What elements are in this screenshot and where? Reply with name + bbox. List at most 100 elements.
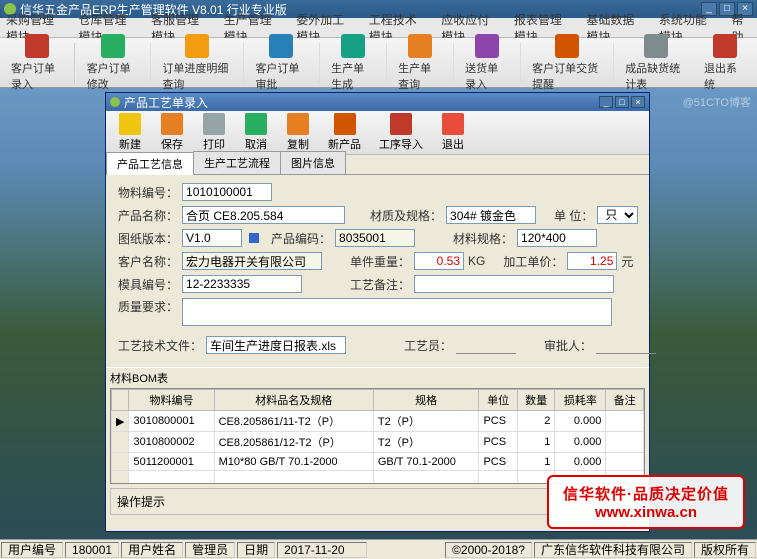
material-spec-input[interactable] xyxy=(517,229,597,247)
form-panel: 物料编号： 产品名称： 材质及规格： 单 位： 只 图纸版本： 产品编码： 材料… xyxy=(106,175,649,367)
toolbar-button[interactable]: 生产单生成 xyxy=(324,31,381,95)
dialog-maximize-button[interactable]: □ xyxy=(615,96,629,108)
toolbar-button[interactable]: 客户订单修改 xyxy=(80,31,146,95)
column-header[interactable]: 数量 xyxy=(517,390,555,411)
button-label: 取消 xyxy=(245,136,267,152)
spec-input[interactable] xyxy=(446,206,536,224)
spec-label: 材质及规格： xyxy=(370,207,442,224)
status-bar: 用户编号 180001 用户姓名 管理员 日期 2017-11-20 ©2000… xyxy=(0,539,757,559)
proc-note-input[interactable] xyxy=(414,275,614,293)
toolbar-icon xyxy=(475,34,499,58)
button-label: 新产品 xyxy=(328,136,361,152)
dialog-close-button[interactable]: × xyxy=(631,96,645,108)
date-label: 日期 xyxy=(237,542,275,558)
user-no-label: 用户编号 xyxy=(1,542,63,558)
dialog-minimize-button[interactable]: _ xyxy=(599,96,613,108)
weight-unit-label: KG xyxy=(468,254,485,268)
toolbar-button[interactable]: 客户订单交货提醒 xyxy=(525,31,608,95)
material-no-input[interactable] xyxy=(182,183,272,201)
table-row[interactable]: 3010800002CE8.205861/12-T2（P）T2（P）PCS10.… xyxy=(112,432,644,453)
product-no-input[interactable] xyxy=(335,229,415,247)
customer-input[interactable] xyxy=(182,252,322,270)
unit-weight-label: 单件重量： xyxy=(350,253,410,270)
dialog-icon xyxy=(110,97,120,107)
tech-person-label: 工艺员： xyxy=(404,337,452,354)
unit-weight-input[interactable] xyxy=(414,252,464,270)
button-icon xyxy=(203,113,225,135)
toolbar-icon xyxy=(185,34,209,58)
toolbar-button[interactable]: 订单进度明细查询 xyxy=(155,31,238,95)
toolbar-icon xyxy=(341,34,365,58)
unit-label: 单 位： xyxy=(554,207,593,224)
dialog-toolbar-button[interactable]: 打印 xyxy=(194,111,234,154)
dialog-toolbar-button[interactable]: 复制 xyxy=(278,111,318,154)
drawing-ver-input[interactable] xyxy=(182,229,242,247)
rights: 版权所有 xyxy=(694,542,756,558)
drawing-ver-label: 图纸版本： xyxy=(118,230,178,247)
button-label: 保存 xyxy=(161,136,183,152)
dialog-toolbar-button[interactable]: 新产品 xyxy=(320,111,369,154)
material-no-label: 物料编号： xyxy=(118,184,178,201)
toolbar-button[interactable]: 退出系统 xyxy=(697,31,753,95)
tech-file-input[interactable] xyxy=(206,336,346,354)
bom-grid[interactable]: 物料编号材料品名及规格规格单位数量损耗率备注▶3010800001CE8.205… xyxy=(110,388,645,484)
user-name-value: 管理员 xyxy=(185,542,235,558)
dialog-toolbar-button[interactable]: 工序导入 xyxy=(371,111,431,154)
unit-select[interactable]: 只 xyxy=(597,206,638,224)
column-header[interactable]: 单位 xyxy=(479,390,517,411)
dialog-toolbar: 新建保存打印取消 复制 新产品工序导入退出 xyxy=(106,111,649,155)
date-value: 2017-11-20 xyxy=(277,542,367,558)
blog-watermark: @51CTO博客 xyxy=(683,94,751,110)
dialog-titlebar: 产品工艺单录入 _ □ × xyxy=(106,93,649,111)
button-label: 复制 xyxy=(287,136,309,152)
column-header[interactable]: 规格 xyxy=(373,390,479,411)
toolbar-label: 订单进度明细查询 xyxy=(162,60,231,92)
tech-person-input[interactable] xyxy=(456,336,516,354)
watermark-line2: www.xinwa.cn xyxy=(563,504,729,521)
button-icon xyxy=(245,113,267,135)
toolbar-button[interactable]: 成品缺货统计表 xyxy=(618,31,693,95)
product-name-input[interactable] xyxy=(182,206,345,224)
dialog-tabs: 产品工艺信息生产工艺流程图片信息 xyxy=(106,155,649,175)
column-header[interactable]: 备注 xyxy=(606,390,644,411)
button-icon xyxy=(161,113,183,135)
toolbar-label: 客户订单审批 xyxy=(255,60,307,92)
proc-price-input[interactable] xyxy=(567,252,617,270)
toolbar-button[interactable]: 客户订单审批 xyxy=(248,31,314,95)
table-row[interactable]: ▶3010800001CE8.205861/11-T2（P）T2（P）PCS20… xyxy=(112,411,644,432)
dialog-toolbar-button[interactable]: 退出 xyxy=(433,111,473,154)
toolbar-icon xyxy=(408,34,432,58)
tech-file-label: 工艺技术文件： xyxy=(118,337,202,354)
mold-no-input[interactable] xyxy=(182,275,302,293)
column-header[interactable]: 物料编号 xyxy=(129,390,214,411)
dialog-toolbar-button[interactable]: 保存 xyxy=(152,111,192,154)
toolbar-button[interactable]: 送货单录入 xyxy=(458,31,515,95)
bom-section-label: 材料BOM表 xyxy=(106,367,649,388)
tab[interactable]: 图片信息 xyxy=(280,151,346,174)
quality-textarea[interactable] xyxy=(182,298,612,326)
button-label: 退出 xyxy=(442,136,464,152)
watermark-line1: 信华软件·品质决定价值 xyxy=(563,483,729,504)
approver-input[interactable] xyxy=(596,336,656,354)
proc-price-label: 加工单价： xyxy=(503,253,563,270)
toolbar-icon xyxy=(25,34,49,58)
button-icon xyxy=(119,113,141,135)
toolbar-icon xyxy=(269,34,293,58)
table-row[interactable]: 5011200001M10*80 GB/T 70.1-2000GB/T 70.1… xyxy=(112,453,644,471)
toolbar-label: 客户订单录入 xyxy=(11,60,63,92)
lookup-icon[interactable] xyxy=(249,233,259,243)
user-name-label: 用户姓名 xyxy=(121,542,183,558)
toolbar-label: 客户订单交货提醒 xyxy=(532,60,601,92)
column-header[interactable]: 材料品名及规格 xyxy=(214,390,373,411)
button-icon xyxy=(442,113,464,135)
tab[interactable]: 产品工艺信息 xyxy=(106,152,194,175)
toolbar-button[interactable]: 客户订单录入 xyxy=(4,31,70,95)
column-header[interactable]: 损耗率 xyxy=(555,390,606,411)
toolbar-button[interactable]: 生产单查询 xyxy=(391,31,448,95)
tab[interactable]: 生产工艺流程 xyxy=(193,151,281,174)
dialog-toolbar-button[interactable]: 取消 xyxy=(236,111,276,154)
dialog-toolbar-button[interactable]: 新建 xyxy=(110,111,150,154)
toolbar-label: 客户订单修改 xyxy=(87,60,139,92)
company: 广东信华软件科技有限公司 xyxy=(534,542,692,558)
product-name-label: 产品名称： xyxy=(118,207,178,224)
